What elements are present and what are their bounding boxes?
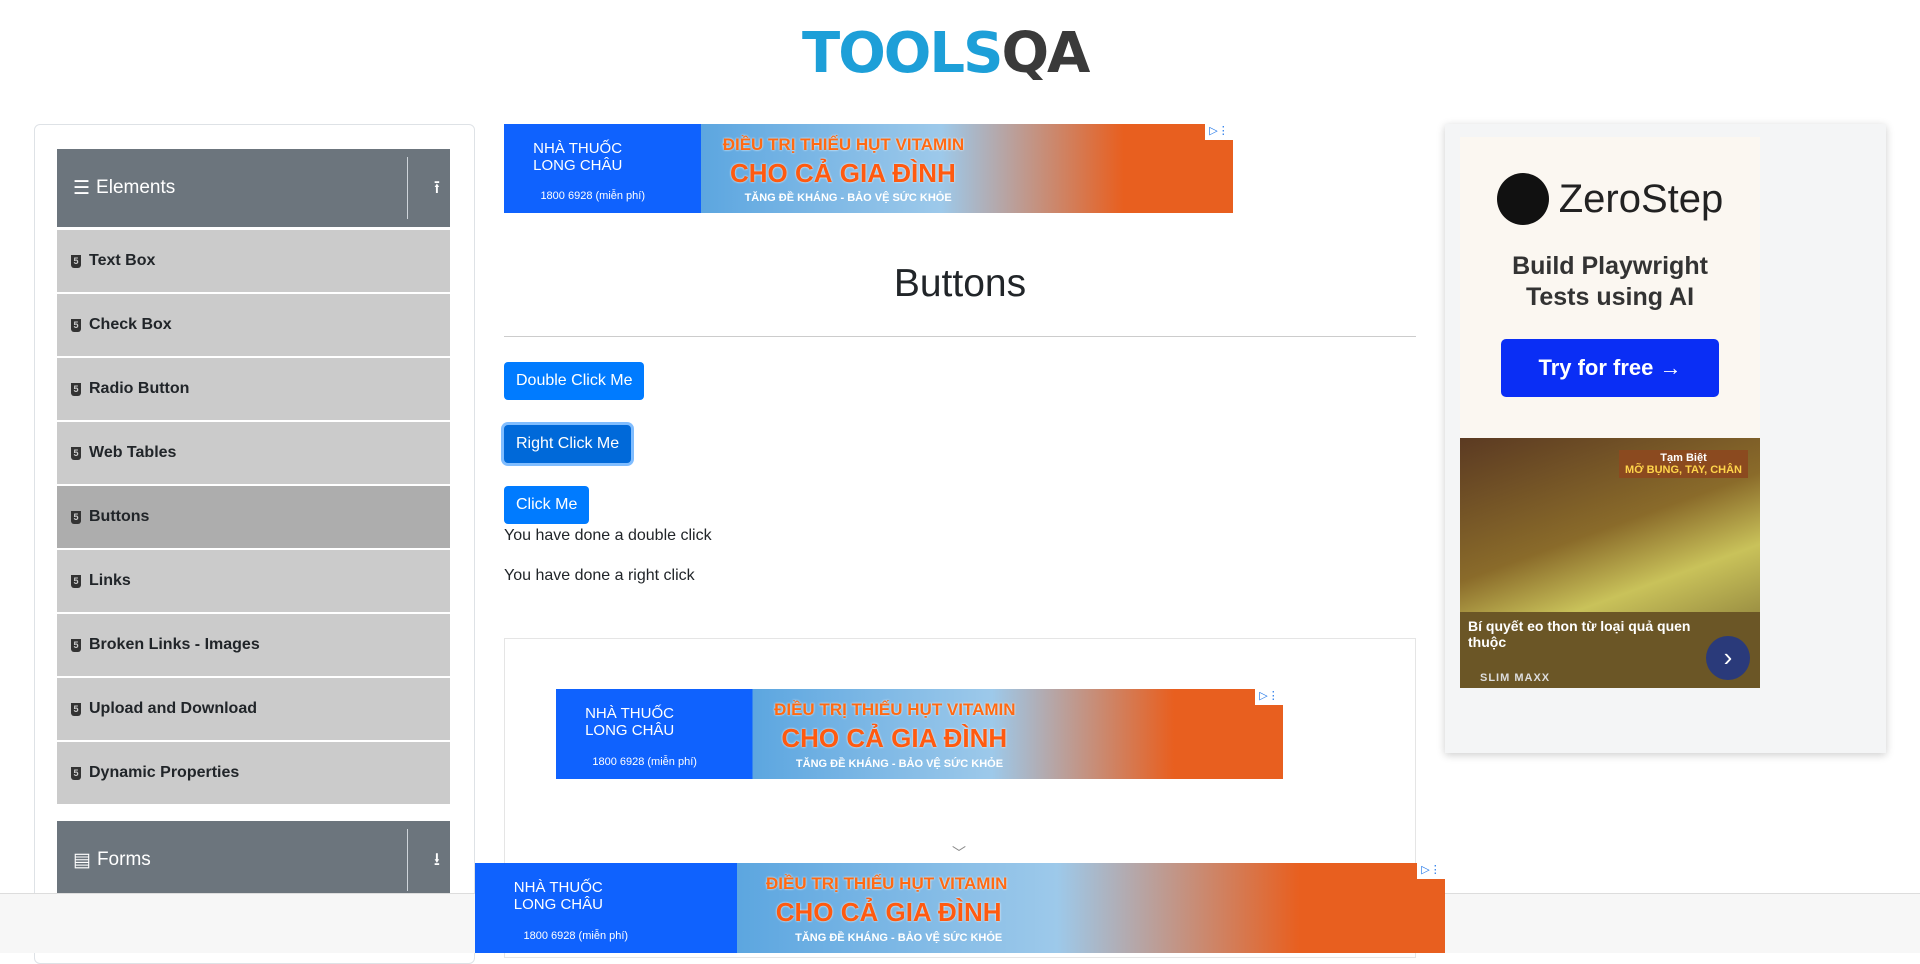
html5-icon: 5 bbox=[71, 574, 81, 588]
ad-line2: CHO CẢ GIA ĐÌNH bbox=[775, 897, 1002, 928]
ad-phone: 1800 6928 (miễn phí) bbox=[523, 930, 629, 943]
sidebar-item-radio-button[interactable]: 5 Radio Button bbox=[57, 358, 450, 420]
click-me-button[interactable]: Click Me bbox=[504, 486, 590, 524]
sidebar-item-buttons[interactable]: 5 Buttons bbox=[57, 486, 450, 548]
adchoices-icon[interactable]: ▷⋮ bbox=[1417, 863, 1445, 879]
ad-banner-top[interactable]: NHÀ THUỐC LONG CHÂU 1800 6928 (miễn phí) … bbox=[504, 124, 1233, 213]
hamburger-icon: ☰ bbox=[73, 177, 91, 199]
group-header-elements[interactable]: ☰ Elements ⭱ bbox=[57, 149, 450, 227]
ad-brand: NHÀ THUỐC LONG CHÂU bbox=[514, 879, 603, 913]
ad-line1: ĐIỀU TRỊ THIẾU HỤT VITAMIN bbox=[774, 699, 1016, 719]
ad-tag: Tạm Biệt MỠ BỤNG, TAY, CHÂN bbox=[1619, 450, 1748, 478]
ad-brand-1: NHÀ THUỐC bbox=[533, 140, 623, 158]
ad-banner-bottom[interactable]: NHÀ THUỐC LONG CHÂU 1800 6928 (miễn phí) … bbox=[475, 863, 1445, 953]
sidebar-item-text-box[interactable]: 5 Text Box bbox=[57, 230, 450, 292]
ad-brand: NHÀ THUỐC LONG CHÂU bbox=[585, 705, 674, 739]
tag-line1: Tạm Biệt bbox=[1660, 452, 1707, 464]
adchoices-icon[interactable]: ▷⋮ bbox=[1255, 689, 1283, 705]
double-click-message: You have done a double click bbox=[504, 527, 712, 544]
double-click-button[interactable]: Double Click Me bbox=[504, 362, 645, 400]
chevron-right-icon[interactable]: › bbox=[1706, 636, 1750, 680]
ad-brand: NHÀ THUỐC LONG CHÂU bbox=[533, 140, 622, 174]
right-click-message: You have done a right click bbox=[504, 567, 695, 584]
ad-brand-2: LONG CHÂU bbox=[513, 896, 603, 914]
ad-banner-middle[interactable]: NHÀ THUỐC LONG CHÂU 1800 6928 (miễn phí) … bbox=[556, 689, 1283, 779]
html5-icon: 5 bbox=[71, 382, 81, 396]
html5-icon: 5 bbox=[71, 318, 81, 332]
sidebar-item-dynamic-properties[interactable]: 5 Dynamic Properties bbox=[57, 742, 450, 804]
ad-caption: Bí quyết eo thon từ loại quả quen thuộc bbox=[1468, 618, 1691, 650]
zerostep-logo-icon bbox=[1496, 173, 1549, 225]
sidebar-item-broken-links[interactable]: 5 Broken Links - Images bbox=[57, 614, 450, 676]
item-label: Web Tables bbox=[89, 444, 177, 461]
ad-brand-2: LONG CHÂU bbox=[533, 157, 623, 175]
divider bbox=[407, 829, 408, 891]
ad-brand-1: NHÀ THUỐC bbox=[585, 705, 674, 723]
item-label: Text Box bbox=[89, 252, 156, 269]
html5-icon: 5 bbox=[71, 510, 81, 524]
collapse-up-icon[interactable]: ⭱ bbox=[434, 175, 440, 205]
item-label: Buttons bbox=[89, 508, 150, 525]
banana-ad[interactable]: Tạm Biệt MỠ BỤNG, TAY, CHÂN Bí quyết eo t… bbox=[1460, 438, 1760, 688]
subtitle-line2: Tests using AI bbox=[1525, 283, 1695, 311]
html5-icon: 5 bbox=[71, 446, 81, 460]
zerostep-ad[interactable]: ZeroStep Build Playwright Tests using AI … bbox=[1460, 137, 1760, 438]
ad-phone: 1800 6928 (miễn phí) bbox=[592, 756, 697, 769]
sidebar: ☰ Elements ⭱ 5 Text Box 5 Check Box 5 Radio… bbox=[34, 124, 475, 964]
right-ad[interactable]: ZeroStep Build Playwright Tests using AI … bbox=[1445, 124, 1886, 753]
zerostep-brand: ZeroStep bbox=[1558, 176, 1724, 221]
divider bbox=[504, 336, 1416, 337]
tag-line2: MỠ BỤNG, TAY, CHÂN bbox=[1625, 464, 1742, 476]
try-for-free-button[interactable]: Try for free → bbox=[1501, 339, 1719, 397]
ad-line3: TĂNG ĐỀ KHÁNG - BẢO VỆ SỨC KHỎE bbox=[795, 758, 1004, 770]
ad-line2: CHO CẢ GIA ĐÌNH bbox=[729, 157, 956, 188]
ad-brand-1: NHÀ THUỐC bbox=[513, 879, 603, 897]
ad-line1: ĐIỀU TRỊ THIẾU HỤT VITAMIN bbox=[766, 873, 1008, 893]
ad-line3: TĂNG ĐỀ KHÁNG - BẢO VỆ SỨC KHỎE bbox=[744, 192, 952, 205]
item-label: Dynamic Properties bbox=[89, 764, 240, 781]
group-label: Elements bbox=[96, 177, 176, 198]
subtitle-line1: Build Playwright bbox=[1512, 252, 1708, 280]
ad-phone: 1800 6928 (miễn phí) bbox=[540, 190, 646, 203]
sidebar-item-links[interactable]: 5 Links bbox=[57, 550, 450, 612]
ad-line1: ĐIỀU TRỊ THIẾU HỤT VITAMIN bbox=[722, 134, 965, 154]
ad-source: SLIM MAXX bbox=[1480, 672, 1551, 684]
logo-text-qa: QA bbox=[1001, 20, 1090, 86]
expand-down-icon[interactable]: ⭳ bbox=[434, 847, 440, 877]
zerostep-subtitle: Build Playwright Tests using AI bbox=[1460, 251, 1760, 313]
divider bbox=[407, 157, 408, 219]
item-label: Broken Links - Images bbox=[89, 636, 260, 653]
group-label: Forms bbox=[96, 849, 151, 870]
page-title: Buttons bbox=[893, 262, 1027, 305]
chevron-down-icon[interactable]: ﹀ bbox=[952, 843, 966, 863]
toolsqa-logo[interactable]: TOOLS QA bbox=[802, 17, 1124, 89]
item-label: Upload and Download bbox=[89, 700, 257, 717]
ad-brand-2: LONG CHÂU bbox=[585, 722, 675, 740]
right-click-button[interactable]: Right Click Me bbox=[504, 425, 632, 463]
ad-line3: TĂNG ĐỀ KHÁNG - BẢO VỆ SỨC KHỎE bbox=[795, 932, 1003, 944]
item-label: Check Box bbox=[89, 316, 172, 333]
group-header-forms[interactable]: ▤ Forms ⭳ bbox=[57, 821, 450, 899]
sidebar-item-web-tables[interactable]: 5 Web Tables bbox=[57, 422, 450, 484]
html5-icon: 5 bbox=[71, 766, 81, 780]
html5-icon: 5 bbox=[71, 702, 81, 716]
document-icon: ▤ bbox=[73, 849, 91, 871]
ad-line2: CHO CẢ GIA ĐÌNH bbox=[781, 723, 1008, 754]
html5-icon: 5 bbox=[71, 638, 81, 652]
sidebar-item-check-box[interactable]: 5 Check Box bbox=[57, 294, 450, 356]
item-label: Links bbox=[89, 572, 131, 589]
html5-icon: 5 bbox=[71, 254, 81, 268]
zerostep-logo: ZeroStep bbox=[1460, 173, 1760, 225]
logo-text: TOOLS bbox=[802, 20, 1003, 86]
adchoices-icon[interactable]: ▷⋮ bbox=[1205, 124, 1233, 140]
item-label: Radio Button bbox=[89, 380, 190, 397]
sidebar-item-upload-download[interactable]: 5 Upload and Download bbox=[57, 678, 450, 740]
